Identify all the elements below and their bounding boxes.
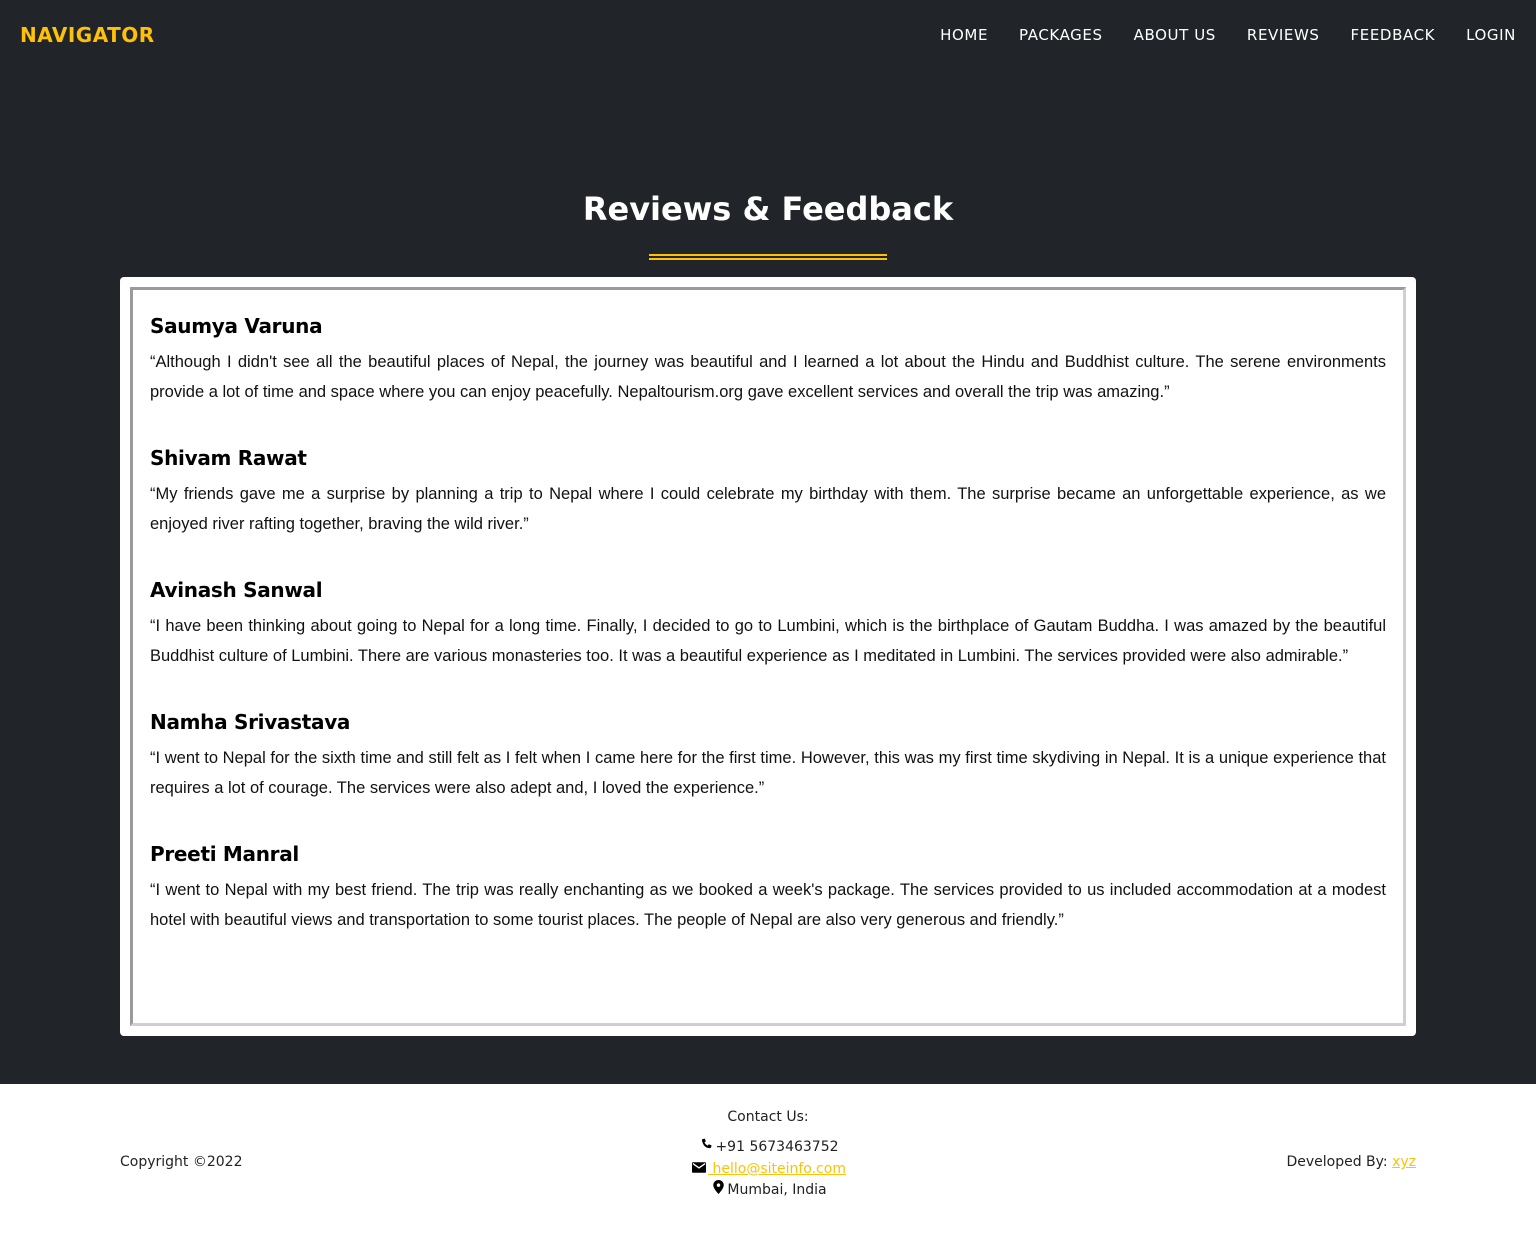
nav-packages[interactable]: PACKAGES [1019, 26, 1103, 44]
review-text: “Although I didn't see all the beautiful… [150, 353, 1386, 401]
navbar: NAVIGATOR HOME PACKAGES ABOUT US REVIEWS… [0, 0, 1536, 70]
developer-link[interactable]: xyz [1392, 1154, 1416, 1170]
review-item: Namha Srivastava “I went to Nepal for th… [150, 710, 1386, 803]
map-marker-icon [709, 1180, 727, 1202]
review-item: Saumya Varuna “Although I didn't see all… [150, 314, 1386, 407]
review-item: Avinash Sanwal “I have been thinking abo… [150, 578, 1386, 671]
review-text: “I went to Nepal for the sixth time and … [150, 749, 1386, 797]
brand-logo[interactable]: NAVIGATOR [20, 23, 155, 47]
page-title: Reviews & Feedback [582, 190, 954, 228]
contact-location: Mumbai, India [0, 1180, 1536, 1202]
email-link[interactable]: hello@siteinfo.com [708, 1161, 846, 1177]
nav-about-us[interactable]: ABOUT US [1134, 26, 1216, 44]
review-item: Shivam Rawat “My friends gave me a surpr… [150, 446, 1386, 539]
reviewer-name: Shivam Rawat [150, 446, 307, 470]
nav-feedback[interactable]: FEEDBACK [1351, 26, 1436, 44]
nav-home[interactable]: HOME [940, 26, 988, 44]
developed-by: Developed By: xyz [1286, 1154, 1416, 1170]
envelope-icon [690, 1159, 708, 1181]
review-text: “I went to Nepal with my best friend. Th… [150, 881, 1386, 929]
review-text: “I have been thinking about going to Nep… [150, 617, 1386, 665]
reviewer-name: Namha Srivastava [150, 710, 351, 734]
nav-reviews[interactable]: REVIEWS [1247, 26, 1320, 44]
review-item: Preeti Manral “I went to Nepal with my b… [150, 842, 1386, 935]
nav-links: HOME PACKAGES ABOUT US REVIEWS FEEDBACK … [909, 26, 1516, 44]
phone-icon [697, 1137, 715, 1159]
location-text: Mumbai, India [727, 1182, 827, 1198]
review-text: “My friends gave me a surprise by planni… [150, 485, 1386, 533]
phone-number: +91 5673463752 [715, 1139, 839, 1155]
page-hero: NAVIGATOR HOME PACKAGES ABOUT US REVIEWS… [0, 0, 1536, 1084]
reviewer-name: Avinash Sanwal [150, 578, 323, 602]
footer: Copyright ©2022 Contact Us: +91 56734637… [0, 1084, 1536, 1244]
reviews-card: Saumya Varuna “Although I didn't see all… [120, 277, 1416, 1036]
developed-label: Developed By: [1286, 1154, 1393, 1170]
nav-login[interactable]: LOGIN [1466, 26, 1516, 44]
reviewer-name: Saumya Varuna [150, 314, 323, 338]
reviews-list: Saumya Varuna “Although I didn't see all… [130, 287, 1406, 1026]
reviewer-name: Preeti Manral [150, 842, 299, 866]
contact-title: Contact Us: [727, 1109, 809, 1125]
title-underline [649, 254, 887, 260]
